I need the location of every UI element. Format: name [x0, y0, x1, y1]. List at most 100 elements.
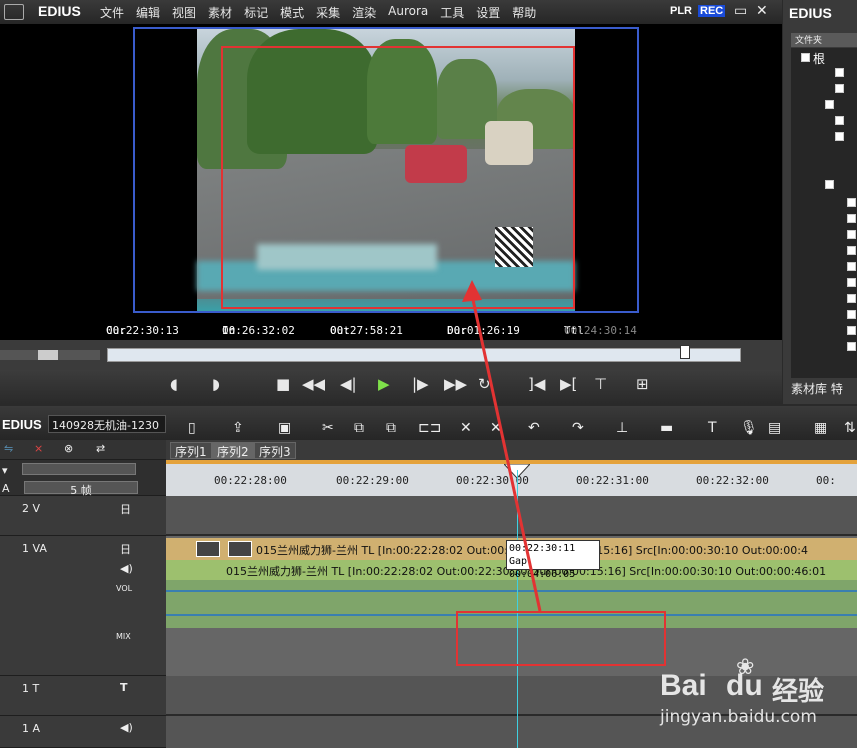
open-icon[interactable]: ⇪ [232, 420, 244, 436]
menu-item-6[interactable]: 采集 [316, 4, 340, 21]
render-icon[interactable]: ▤ [768, 420, 781, 436]
menu-item-1[interactable]: 编辑 [136, 4, 160, 21]
menu-item-8[interactable]: Aurora [388, 4, 428, 21]
menu-item-0[interactable]: 文件 [100, 4, 124, 21]
folder-icon[interactable] [847, 214, 856, 223]
link-icon[interactable]: ⊗ [64, 442, 73, 455]
menu-item-2[interactable]: 视图 [172, 4, 196, 21]
close-button[interactable]: ✕ [756, 3, 768, 19]
zoom-level[interactable]: 5 帧 [24, 481, 138, 497]
set-out-icon[interactable]: ◗ [212, 375, 220, 393]
delete-icon[interactable]: ✕ [460, 420, 472, 436]
in-value: 00:26:32:02 [222, 324, 295, 337]
plr-label[interactable]: PLR [670, 5, 692, 17]
play-icon[interactable]: ▶ [378, 375, 390, 393]
save-icon[interactable]: ▣ [278, 420, 291, 436]
track-2v-visible-icon[interactable]: 日 [120, 501, 131, 517]
tab-special[interactable]: 特 [831, 382, 843, 396]
position-slider[interactable] [107, 345, 741, 362]
folder-icon[interactable] [847, 342, 856, 351]
prev-edit-icon[interactable]: ]◀ [528, 375, 545, 393]
step-forward-icon[interactable]: |▶ [412, 375, 429, 393]
cur-value: 00:22:30:13 [106, 324, 179, 337]
fast-forward-icon[interactable]: ▶▶ [444, 375, 467, 393]
menu-item-4[interactable]: 标记 [244, 4, 268, 21]
undo-icon[interactable]: ↶ [528, 420, 540, 436]
snap-icon[interactable]: ⨯ [34, 442, 43, 455]
overwrite-icon[interactable]: ⊞ [636, 375, 649, 393]
menu-item-10[interactable]: 设置 [476, 4, 500, 21]
ripple-delete-icon[interactable]: ✕ [490, 420, 502, 436]
audio-speaker-icon[interactable]: ◀) [120, 721, 133, 734]
track-mode-icon[interactable]: ⇋ [4, 442, 13, 455]
timecode-tooltip: 00:22:30:11 Gap 00:04:06:05 [506, 540, 600, 580]
track-1va-visible-icon[interactable]: 日 [120, 541, 131, 557]
menu-item-7[interactable]: 渲染 [352, 4, 376, 21]
menubar: EDIUS 文件 编辑 视图 素材 标记 模式 采集 渲染 Aurora 工具 设置 帮助 PLR R… [0, 0, 782, 24]
ruler-label: 00:22:31:00 [576, 474, 649, 487]
folder-icon[interactable] [847, 230, 856, 239]
folder-icon[interactable] [825, 100, 834, 109]
settings-icon[interactable]: ⇅ [844, 420, 856, 436]
tab-bin[interactable]: 素材库 [791, 382, 827, 396]
tab-sequence-3[interactable]: 序列3 [254, 442, 296, 459]
timeline-cursor[interactable] [517, 470, 518, 748]
track-1t[interactable]: 1 T T [0, 676, 166, 716]
folder-icon[interactable] [835, 132, 844, 141]
folder-icon[interactable] [847, 262, 856, 271]
shuttle-handle[interactable] [38, 350, 58, 360]
title-icon[interactable]: T [708, 420, 717, 436]
cut-icon[interactable]: ✂ [322, 420, 334, 436]
menu-item-5[interactable]: 模式 [280, 4, 304, 21]
rewind-icon[interactable]: ◀◀ [302, 375, 325, 393]
zoom-slider[interactable] [22, 463, 136, 475]
folder-icon[interactable] [825, 180, 834, 189]
speaker-icon[interactable]: ◀) [120, 562, 133, 575]
new-sequence-icon[interactable]: ▯ [188, 420, 196, 436]
menu-item-9[interactable]: 工具 [440, 4, 464, 21]
sync-icon[interactable]: ⇄ [96, 442, 105, 455]
menu-item-3[interactable]: 素材 [208, 4, 232, 21]
folder-icon[interactable] [801, 53, 810, 62]
folder-icon[interactable] [835, 68, 844, 77]
copy-icon[interactable]: ⧉ [354, 420, 364, 436]
folder-tree[interactable]: 根 [791, 48, 857, 378]
tab-sequence-1[interactable]: 序列1 [170, 442, 212, 459]
tab-sequence-2[interactable]: 序列2 [212, 442, 254, 459]
slider-handle[interactable] [680, 345, 690, 359]
fx-icon[interactable]: ▬ [660, 420, 673, 436]
set-in-icon[interactable]: ◖ [170, 375, 178, 393]
microphone-icon[interactable]: 🎙 [740, 420, 758, 436]
menu-item-11[interactable]: 帮助 [512, 4, 536, 21]
redo-icon[interactable]: ↷ [572, 420, 584, 436]
folder-icon[interactable] [835, 84, 844, 93]
insert-icon[interactable]: ⊤ [594, 375, 607, 393]
folder-icon[interactable] [847, 198, 856, 207]
folder-icon[interactable] [847, 310, 856, 319]
shuttle-track[interactable] [0, 350, 100, 360]
folder-icon[interactable] [847, 294, 856, 303]
time-ruler[interactable]: 00:22:28:00 00:22:29:00 00:22:30:00 00:2… [166, 460, 857, 496]
folder-icon[interactable] [847, 326, 856, 335]
track-2v[interactable]: 2 V 日 [0, 496, 166, 536]
marker-icon[interactable]: ⊥ [616, 420, 628, 436]
grid-icon[interactable]: ▦ [814, 420, 827, 436]
folder-icon[interactable] [847, 278, 856, 287]
paste-icon[interactable]: ⧉ [386, 420, 396, 436]
sync-toggle-icon[interactable]: ▾ [2, 464, 8, 477]
vol-label: VOL [116, 584, 133, 593]
track-1a[interactable]: 1 A ◀) [0, 716, 166, 748]
minimize-button[interactable]: ▭ [734, 3, 747, 19]
folder-icon[interactable] [835, 116, 844, 125]
replace-icon[interactable]: ⊏⊐ [418, 420, 441, 436]
folder-icon[interactable] [847, 246, 856, 255]
root-folder[interactable]: 根 [813, 50, 825, 67]
step-back-icon[interactable]: ◀| [340, 375, 357, 393]
loop-icon[interactable]: ↻ [478, 375, 491, 393]
track-1va[interactable]: 1 VA 日 ◀) VOL MIX [0, 536, 166, 676]
next-edit-icon[interactable]: ▶[ [560, 375, 577, 393]
rec-label[interactable]: REC [698, 5, 726, 17]
project-name[interactable]: 140928无机油-1230 [48, 415, 166, 433]
track-2v-lane[interactable] [166, 496, 857, 534]
stop-icon[interactable]: ■ [276, 375, 290, 393]
